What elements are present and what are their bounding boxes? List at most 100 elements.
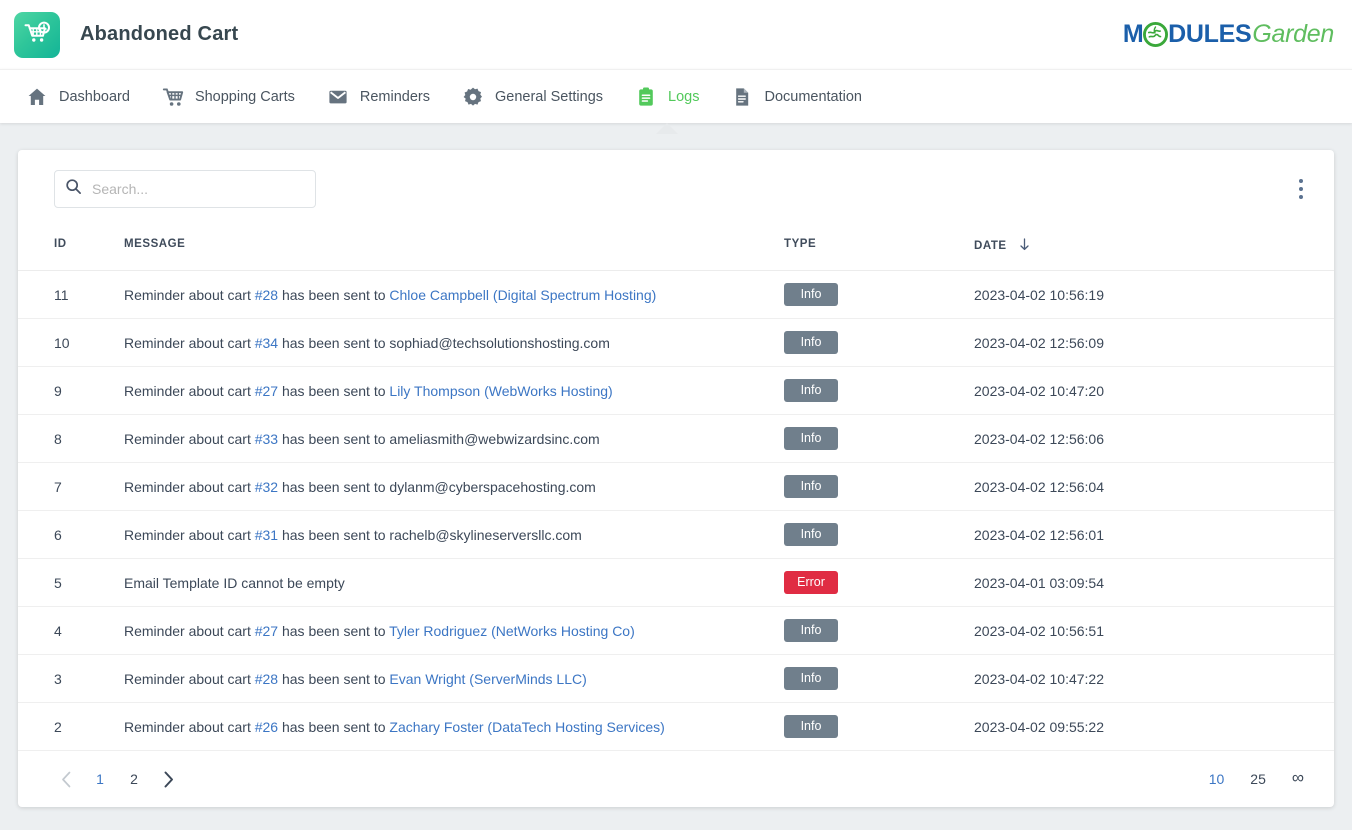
cart-link[interactable]: #27 [255,623,278,639]
nav-item-label: Logs [668,89,699,105]
client-link[interactable]: Chloe Campbell (Digital Spectrum Hosting… [389,287,656,303]
cell-message: Reminder about cart #26 has been sent to… [124,703,784,751]
nav-item-logs[interactable]: Logs [619,70,715,124]
nav-item-label: Dashboard [59,89,130,105]
message-text: Reminder about cart [124,431,255,447]
recipient-email: sophiad@techsolutionshosting.com [389,335,609,351]
client-link[interactable]: Tyler Rodriguez (NetWorks Hosting Co) [389,623,635,639]
table-row[interactable]: 2Reminder about cart #26 has been sent t… [18,703,1334,751]
cell-type: Info [784,367,974,415]
nav-item-dashboard[interactable]: Dashboard [10,70,146,124]
cell-type: Info [784,319,974,367]
nav-item-label: General Settings [495,89,603,105]
search-input[interactable] [92,181,305,197]
status-badge: Info [784,379,838,402]
card-footer: 12 10 25 ∞ [18,751,1334,807]
table-header-row: ID MESSAGE TYPE DATE [18,228,1334,271]
cell-type: Info [784,655,974,703]
status-badge: Info [784,619,838,642]
status-badge: Info [784,475,838,498]
chevron-right-icon[interactable] [154,765,182,793]
page-size-selector: 10 25 ∞ [1203,769,1310,789]
cell-message: Reminder about cart #34 has been sent to… [124,319,784,367]
page-number-1[interactable]: 1 [86,765,114,793]
chevron-left-icon[interactable] [52,765,80,793]
table-row[interactable]: 10Reminder about cart #34 has been sent … [18,319,1334,367]
table-row[interactable]: 8Reminder about cart #33 has been sent t… [18,415,1334,463]
cell-id: 3 [18,655,124,703]
table-row[interactable]: 9Reminder about cart #27 has been sent t… [18,367,1334,415]
cell-type: Info [784,271,974,319]
column-header-message[interactable]: MESSAGE [124,228,784,271]
vendor-logo-garden: Garden [1252,22,1334,47]
cart-link[interactable]: #28 [255,287,278,303]
vendor-logo: M DULES Garden [1123,20,1334,50]
cell-message: Reminder about cart #33 has been sent to… [124,415,784,463]
cart-link[interactable]: #34 [255,335,278,351]
nav-item-general-settings[interactable]: General Settings [446,70,619,124]
logs-card: ID MESSAGE TYPE DATE 11Reminder about ca… [18,150,1334,807]
cell-message: Reminder about cart #27 has been sent to… [124,367,784,415]
column-header-type[interactable]: TYPE [784,228,974,271]
column-header-date[interactable]: DATE [974,228,1334,271]
status-badge: Error [784,571,838,594]
cart-link[interactable]: #26 [255,719,278,735]
message-text: has been sent to [278,431,389,447]
cell-type: Info [784,607,974,655]
cell-message: Reminder about cart #31 has been sent to… [124,511,784,559]
cell-date: 2023-04-02 12:56:04 [974,463,1334,511]
logs-table-head: ID MESSAGE TYPE DATE [18,228,1334,271]
table-row[interactable]: 4Reminder about cart #27 has been sent t… [18,607,1334,655]
cell-date: 2023-04-01 03:09:54 [974,559,1334,607]
message-text: has been sent to [278,671,389,687]
cart-link[interactable]: #32 [255,479,278,495]
table-row[interactable]: 3Reminder about cart #28 has been sent t… [18,655,1334,703]
cell-type: Info [784,463,974,511]
table-row[interactable]: 7Reminder about cart #32 has been sent t… [18,463,1334,511]
recipient-email: ameliasmith@webwizardsinc.com [389,431,599,447]
cell-date: 2023-04-02 09:55:22 [974,703,1334,751]
home-icon [26,86,48,108]
cart-link[interactable]: #28 [255,671,278,687]
page-number-2[interactable]: 2 [120,765,148,793]
table-row[interactable]: 6Reminder about cart #31 has been sent t… [18,511,1334,559]
search-box[interactable] [54,170,316,208]
client-link[interactable]: Zachary Foster (DataTech Hosting Service… [389,719,664,735]
clipboard-icon [635,86,657,108]
logs-table-body: 11Reminder about cart #28 has been sent … [18,271,1334,751]
cart-link[interactable]: #31 [255,527,278,543]
message-text: Reminder about cart [124,383,255,399]
cell-date: 2023-04-02 12:56:09 [974,319,1334,367]
kebab-menu-icon[interactable] [1286,174,1316,204]
client-link[interactable]: Lily Thompson (WebWorks Hosting) [389,383,612,399]
cart-link[interactable]: #27 [255,383,278,399]
table-row[interactable]: 5Email Template ID cannot be emptyError2… [18,559,1334,607]
card-toolbar [18,150,1334,228]
cell-id: 2 [18,703,124,751]
nav-item-shopping-carts[interactable]: Shopping Carts [146,70,311,124]
cell-message: Reminder about cart #27 has been sent to… [124,607,784,655]
cell-message: Reminder about cart #28 has been sent to… [124,655,784,703]
message-text: Reminder about cart [124,527,255,543]
message-text: Reminder about cart [124,479,255,495]
cart-link[interactable]: #33 [255,431,278,447]
recipient-email: rachelb@skylineserversllc.com [389,527,581,543]
column-header-date-label: DATE [974,240,1007,252]
message-text: has been sent to [278,287,389,303]
nav-item-documentation[interactable]: Documentation [715,70,878,124]
status-badge: Info [784,427,838,450]
cell-date: 2023-04-02 10:56:19 [974,271,1334,319]
page-size-10[interactable]: 10 [1203,771,1231,787]
vendor-logo-dules: DULES [1168,22,1251,47]
cart-icon [162,86,184,108]
envelope-icon [327,86,349,108]
cell-id: 8 [18,415,124,463]
client-link[interactable]: Evan Wright (ServerMinds LLC) [389,671,586,687]
column-header-id[interactable]: ID [18,228,124,271]
page-size-all[interactable]: ∞ [1286,768,1310,788]
table-row[interactable]: 11Reminder about cart #28 has been sent … [18,271,1334,319]
status-badge: Info [784,283,838,306]
cell-message: Email Template ID cannot be empty [124,559,784,607]
nav-item-reminders[interactable]: Reminders [311,70,446,124]
page-size-25[interactable]: 25 [1244,771,1272,787]
